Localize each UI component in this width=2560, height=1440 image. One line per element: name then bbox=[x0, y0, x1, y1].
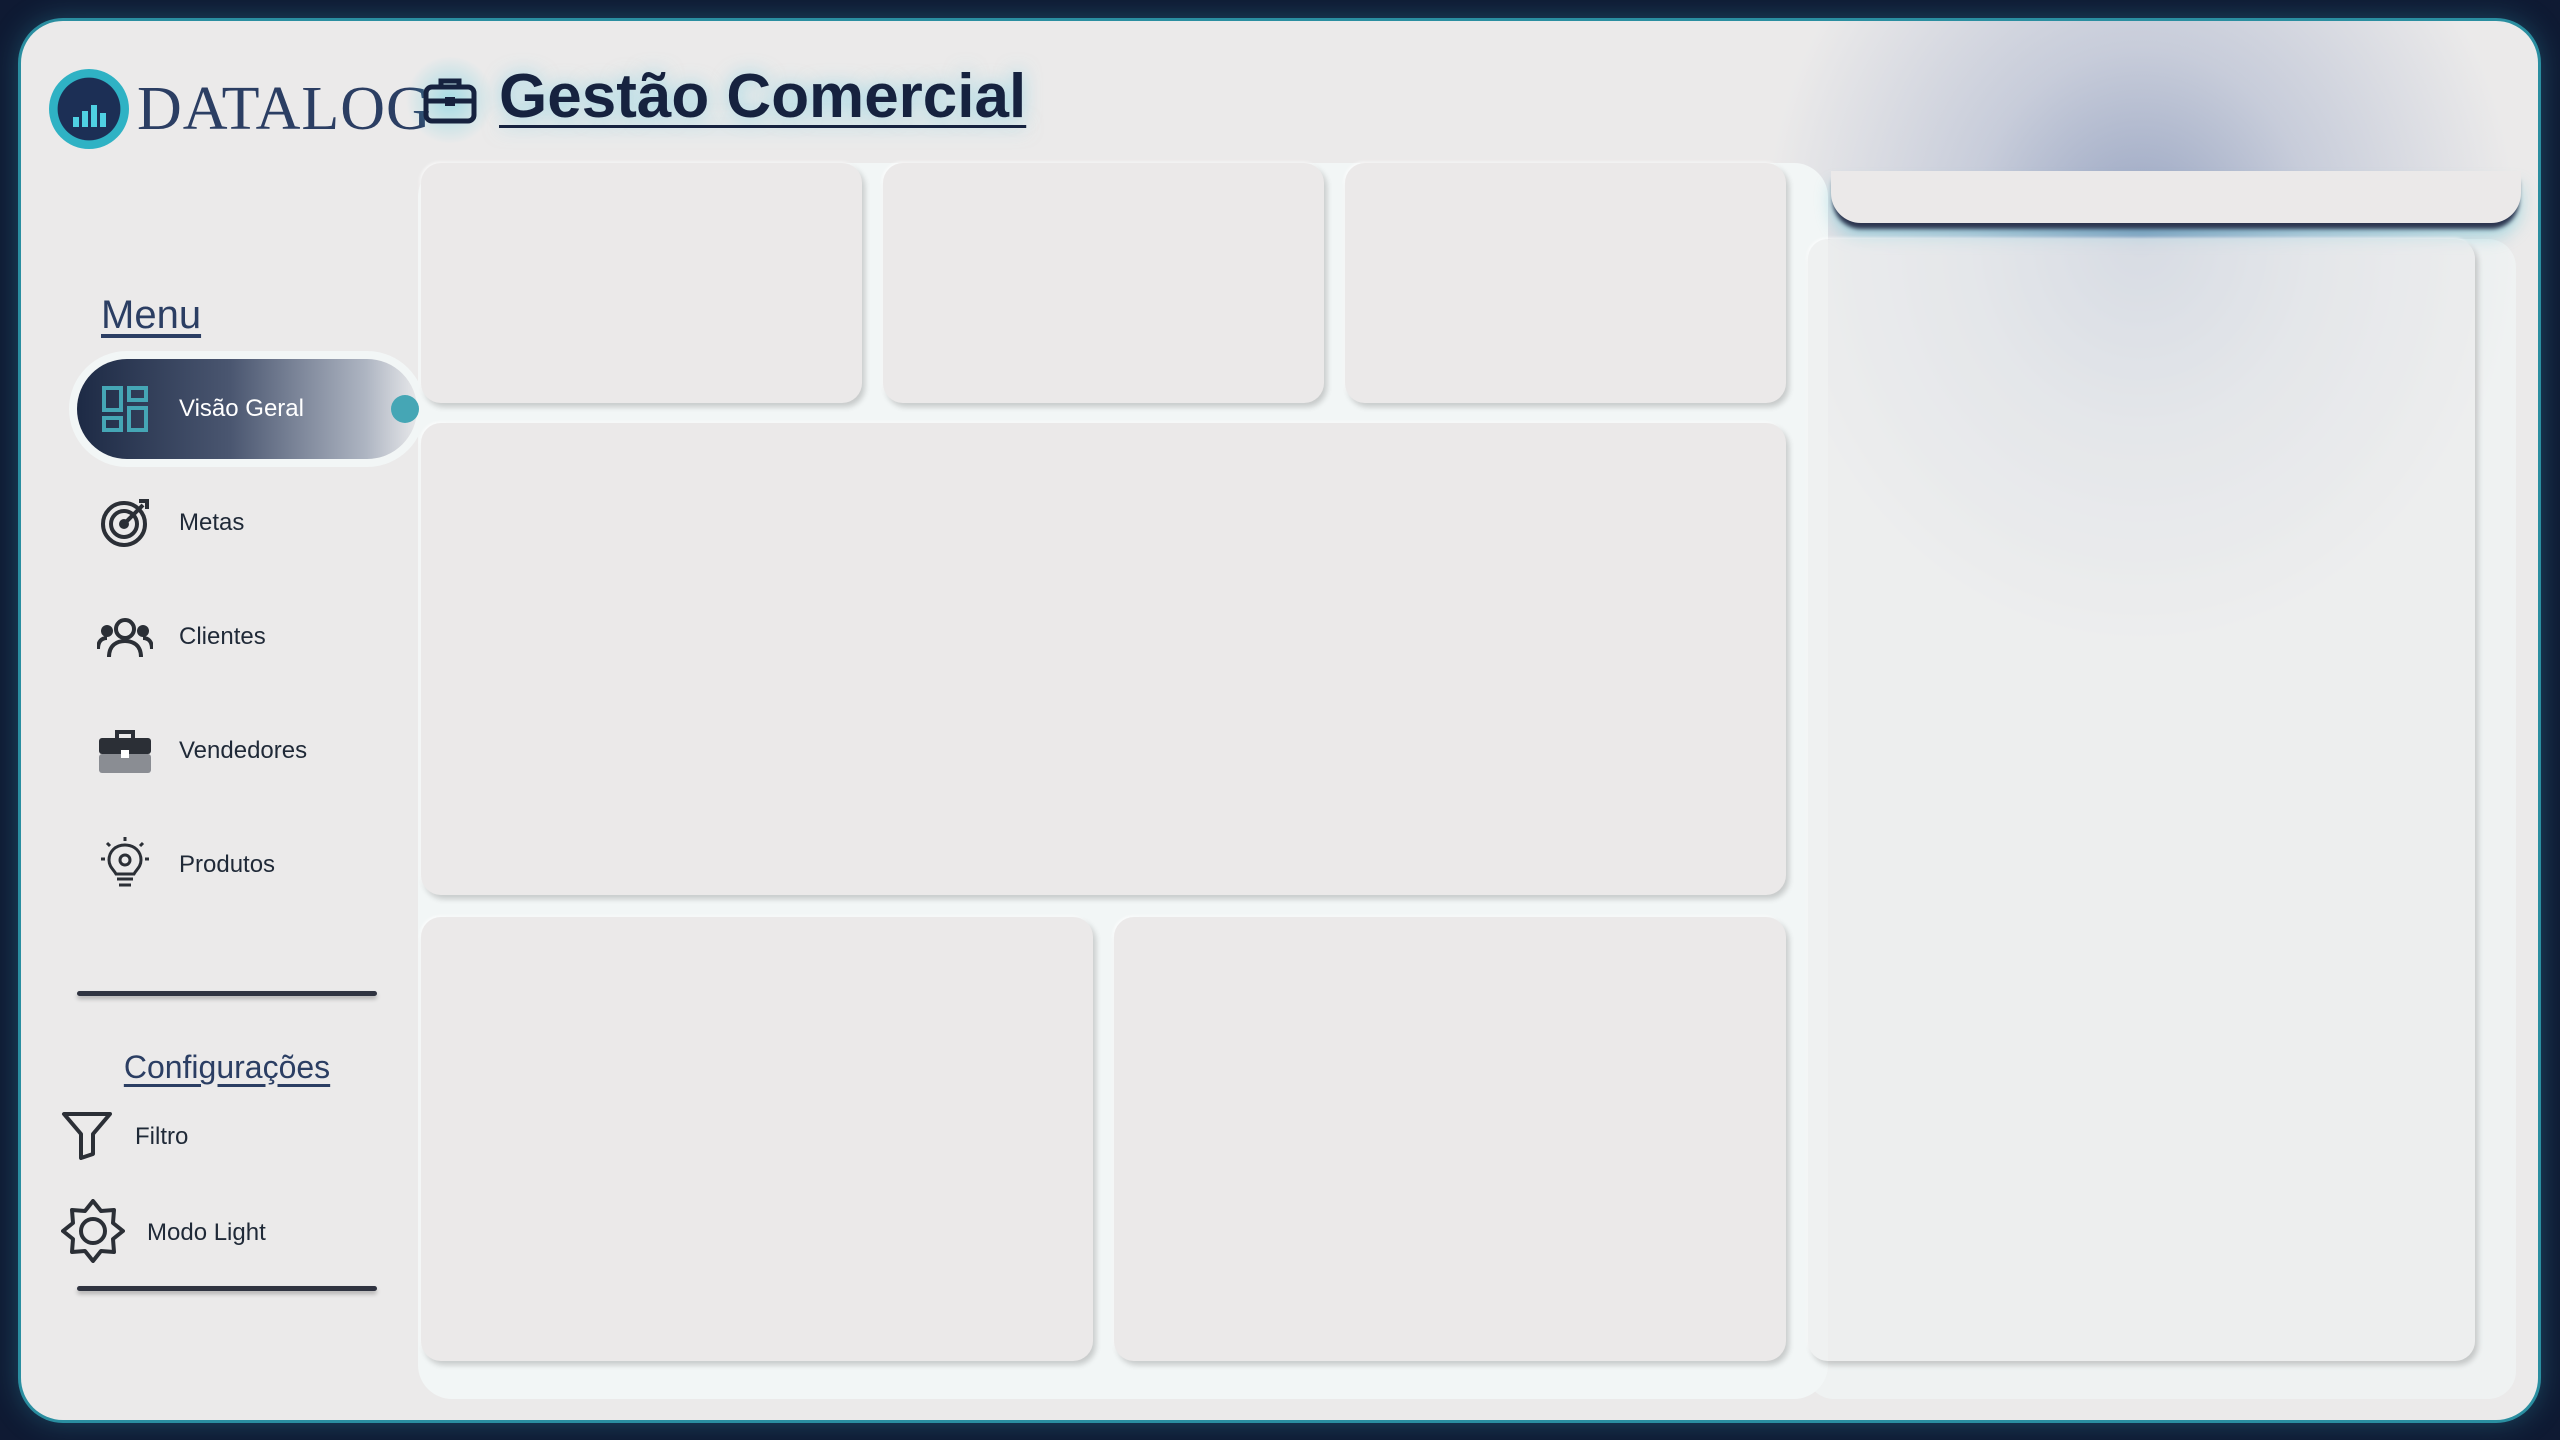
sidebar-item-visao-geral[interactable]: Visão Geral bbox=[77, 359, 419, 459]
logo: DATALOG bbox=[49, 59, 432, 159]
kpi-card-3 bbox=[1345, 163, 1786, 403]
sidebar-item-clientes[interactable]: Clientes bbox=[77, 587, 417, 687]
brand-name: DATALOG bbox=[137, 74, 432, 143]
filter-label: Filtro bbox=[135, 1123, 189, 1150]
sidebar-item-label: Clientes bbox=[179, 623, 266, 650]
sidebar-item-label: Metas bbox=[179, 509, 245, 536]
gear-icon bbox=[61, 1198, 125, 1268]
menu-title: Menu bbox=[101, 293, 202, 337]
right-panel-card bbox=[1808, 239, 2475, 1361]
briefcase-icon bbox=[404, 57, 496, 143]
bottom-left-card bbox=[421, 917, 1093, 1361]
sidebar-item-label: Vendedores bbox=[179, 737, 308, 764]
sidebar-item-produtos[interactable]: Produtos bbox=[77, 815, 417, 915]
light-mode-label: Modo Light bbox=[147, 1219, 266, 1246]
bottom-right-card bbox=[1114, 917, 1786, 1361]
page-title: Gestão Comercial bbox=[499, 62, 1027, 131]
users-icon bbox=[97, 609, 153, 665]
main-chart-card bbox=[421, 423, 1786, 895]
logo-mark bbox=[49, 69, 129, 149]
filter-button[interactable]: Filtro bbox=[61, 1097, 188, 1177]
lightbulb-gear-icon bbox=[97, 837, 153, 893]
dashboard-icon bbox=[97, 381, 153, 437]
sidebar-item-label: Visão Geral bbox=[179, 395, 304, 422]
app-frame: DATALOG Gestão Comercial Menu Visão Gera… bbox=[21, 21, 2538, 1420]
right-panel-header bbox=[1831, 171, 2521, 223]
target-icon bbox=[97, 495, 153, 551]
sidebar-item-vendedores[interactable]: Vendedores bbox=[77, 701, 417, 801]
config-title: Configurações bbox=[123, 1049, 331, 1085]
light-mode-toggle[interactable]: Modo Light bbox=[61, 1193, 266, 1273]
briefcase-icon bbox=[97, 723, 153, 779]
kpi-card-1 bbox=[421, 163, 862, 403]
divider-bottom bbox=[77, 1286, 377, 1291]
filter-icon bbox=[61, 1110, 113, 1165]
divider-top bbox=[77, 991, 377, 996]
sidebar-item-label: Produtos bbox=[179, 851, 276, 878]
kpi-card-2 bbox=[883, 163, 1324, 403]
sidebar-item-metas[interactable]: Metas bbox=[77, 473, 417, 573]
active-indicator bbox=[391, 395, 419, 423]
